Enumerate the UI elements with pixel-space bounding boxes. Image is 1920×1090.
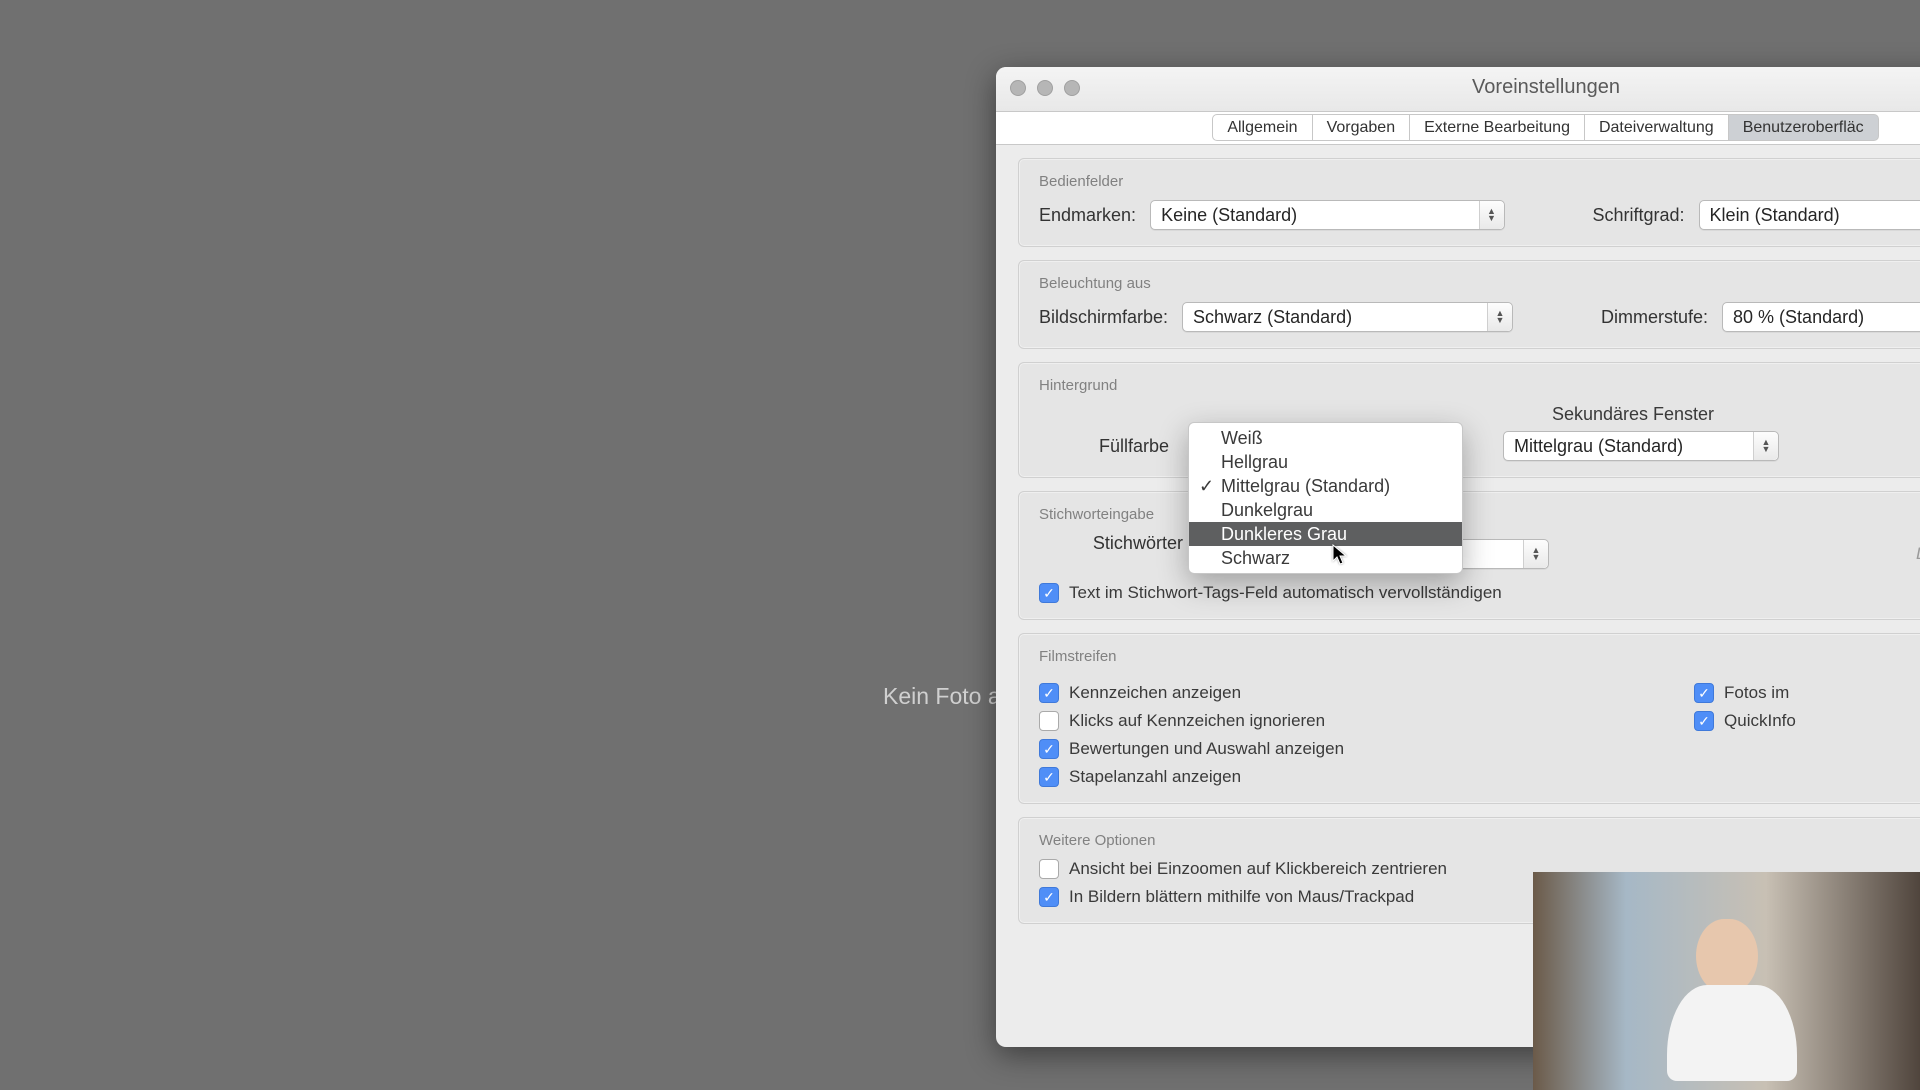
- checkbox-row: ✓ QuickInfo: [1694, 711, 1796, 731]
- section-hintergrund: Hintergrund Sekundäres Fenster Füllfarbe…: [1018, 362, 1920, 478]
- tab-dateiverwaltung[interactable]: Dateiverwaltung: [1584, 114, 1729, 141]
- section-bedienfelder: Bedienfelder Endmarken: Keine (Standard)…: [1018, 158, 1920, 247]
- tab-bar: AllgemeinVorgabenExterne BearbeitungDate…: [996, 112, 1920, 145]
- tab-benutzeroberfläc[interactable]: Benutzeroberfläc: [1728, 114, 1879, 141]
- dimmerstufe-value: 80 % (Standard): [1733, 307, 1864, 327]
- bildschirmfarbe-select[interactable]: Schwarz (Standard) ▲▼: [1182, 302, 1513, 332]
- endmarken-value: Keine (Standard): [1161, 205, 1297, 225]
- section-beleuchtung: Beleuchtung aus Bildschirmfarbe: Schwarz…: [1018, 260, 1920, 349]
- schriftgrad-value: Klein (Standard): [1710, 205, 1840, 225]
- tab-vorgaben[interactable]: Vorgaben: [1312, 114, 1411, 141]
- checkbox-label: QuickInfo: [1724, 711, 1796, 731]
- chevron-updown-icon: ▲▼: [1479, 201, 1504, 229]
- checkbox-row: ✓ Fotos im: [1694, 683, 1796, 703]
- checkbox-label: Klicks auf Kennzeichen ignorieren: [1069, 711, 1325, 731]
- section-filmstreifen: Filmstreifen ✓ Kennzeichen anzeigen Klicks…: [1018, 633, 1920, 804]
- checkbox[interactable]: ✓: [1039, 683, 1059, 703]
- secondary-window-header: Sekundäres Fenster: [1503, 404, 1763, 425]
- zoom-icon[interactable]: [1064, 80, 1080, 96]
- section-title: Filmstreifen: [1039, 648, 1920, 665]
- checkbox[interactable]: ✓: [1694, 711, 1714, 731]
- color-option[interactable]: Dunkleres Grau: [1189, 522, 1462, 546]
- trennen-hint: Leerzeichen sind i: [1916, 544, 1920, 564]
- fuellfarbe-label: Füllfarbe: [1039, 436, 1169, 457]
- checkbox-label: Fotos im: [1724, 683, 1789, 703]
- dimmerstufe-label: Dimmerstufe:: [1601, 307, 1708, 328]
- checkbox-row: ✓ Bewertungen und Auswahl anzeigen: [1039, 739, 1344, 759]
- checkbox-label: Kennzeichen anzeigen: [1069, 683, 1241, 703]
- chevron-updown-icon: ▲▼: [1487, 303, 1512, 331]
- chevron-updown-icon: ▲▼: [1523, 540, 1548, 568]
- color-option[interactable]: Dunkelgrau: [1189, 498, 1462, 522]
- checkbox-row: ✓ Kennzeichen anzeigen: [1039, 683, 1344, 703]
- endmarken-label: Endmarken:: [1039, 205, 1136, 226]
- section-title: Bedienfelder: [1039, 173, 1920, 190]
- schriftgrad-select[interactable]: Klein (Standard) ▲▼: [1699, 200, 1920, 230]
- tab-externe-bearbeitung[interactable]: Externe Bearbeitung: [1409, 114, 1585, 141]
- checkbox[interactable]: ✓: [1039, 887, 1059, 907]
- checkbox[interactable]: [1039, 859, 1059, 879]
- chevron-updown-icon: ▲▼: [1753, 432, 1778, 460]
- autocomplete-label: Text im Stichwort-Tags-Feld automatisch …: [1069, 583, 1502, 603]
- fuellfarbe-secondary-value: Mittelgrau (Standard): [1514, 436, 1683, 456]
- no-photo-text: Kein Foto au: [883, 683, 1013, 710]
- tab-allgemein[interactable]: Allgemein: [1212, 114, 1312, 141]
- checkbox[interactable]: ✓: [1039, 739, 1059, 759]
- checkbox-row: ✓ Stapelanzahl anzeigen: [1039, 767, 1344, 787]
- close-icon[interactable]: [1010, 80, 1026, 96]
- dimmerstufe-select[interactable]: 80 % (Standard) ▲▼: [1722, 302, 1920, 332]
- color-option[interactable]: Mittelgrau (Standard): [1189, 474, 1462, 498]
- bildschirmfarbe-value: Schwarz (Standard): [1193, 307, 1352, 327]
- titlebar: Voreinstellungen: [996, 67, 1920, 112]
- autocomplete-checkbox[interactable]: ✓: [1039, 583, 1059, 603]
- window-title: Voreinstellungen: [996, 76, 1920, 99]
- color-option[interactable]: Schwarz: [1189, 546, 1462, 570]
- preferences-window: Voreinstellungen AllgemeinVorgabenExtern…: [996, 67, 1920, 1047]
- section-title: Hintergrund: [1039, 377, 1920, 394]
- window-controls: [1010, 80, 1080, 96]
- fuellfarbe-dropdown-popup[interactable]: WeißHellgrauMittelgrau (Standard)Dunkelg…: [1188, 422, 1463, 574]
- schriftgrad-label: Schriftgrad:: [1593, 205, 1685, 226]
- section-title: Beleuchtung aus: [1039, 275, 1920, 292]
- person-silhouette: [1667, 919, 1787, 1079]
- bildschirmfarbe-label: Bildschirmfarbe:: [1039, 307, 1168, 328]
- checkbox[interactable]: ✓: [1039, 767, 1059, 787]
- endmarken-select[interactable]: Keine (Standard) ▲▼: [1150, 200, 1504, 230]
- checkbox-label: Ansicht bei Einzoomen auf Klickbereich z…: [1069, 859, 1447, 879]
- section-title: Weitere Optionen: [1039, 832, 1920, 849]
- section-title: Stichworteingabe: [1039, 506, 1920, 523]
- fuellfarbe-secondary-select[interactable]: Mittelgrau (Standard) ▲▼: [1503, 431, 1779, 461]
- checkbox-label: Bewertungen und Auswahl anzeigen: [1069, 739, 1344, 759]
- checkbox-label: In Bildern blättern mithilfe von Maus/Tr…: [1069, 887, 1414, 907]
- color-option[interactable]: Hellgrau: [1189, 450, 1462, 474]
- webcam-overlay: [1533, 872, 1920, 1090]
- checkbox-row: Klicks auf Kennzeichen ignorieren: [1039, 711, 1344, 731]
- checkbox[interactable]: ✓: [1694, 683, 1714, 703]
- checkbox-label: Stapelanzahl anzeigen: [1069, 767, 1241, 787]
- checkbox[interactable]: [1039, 711, 1059, 731]
- color-option[interactable]: Weiß: [1189, 426, 1462, 450]
- section-stichwort: Stichworteingabe Stichwörter trennen dur…: [1018, 491, 1920, 620]
- minimize-icon[interactable]: [1037, 80, 1053, 96]
